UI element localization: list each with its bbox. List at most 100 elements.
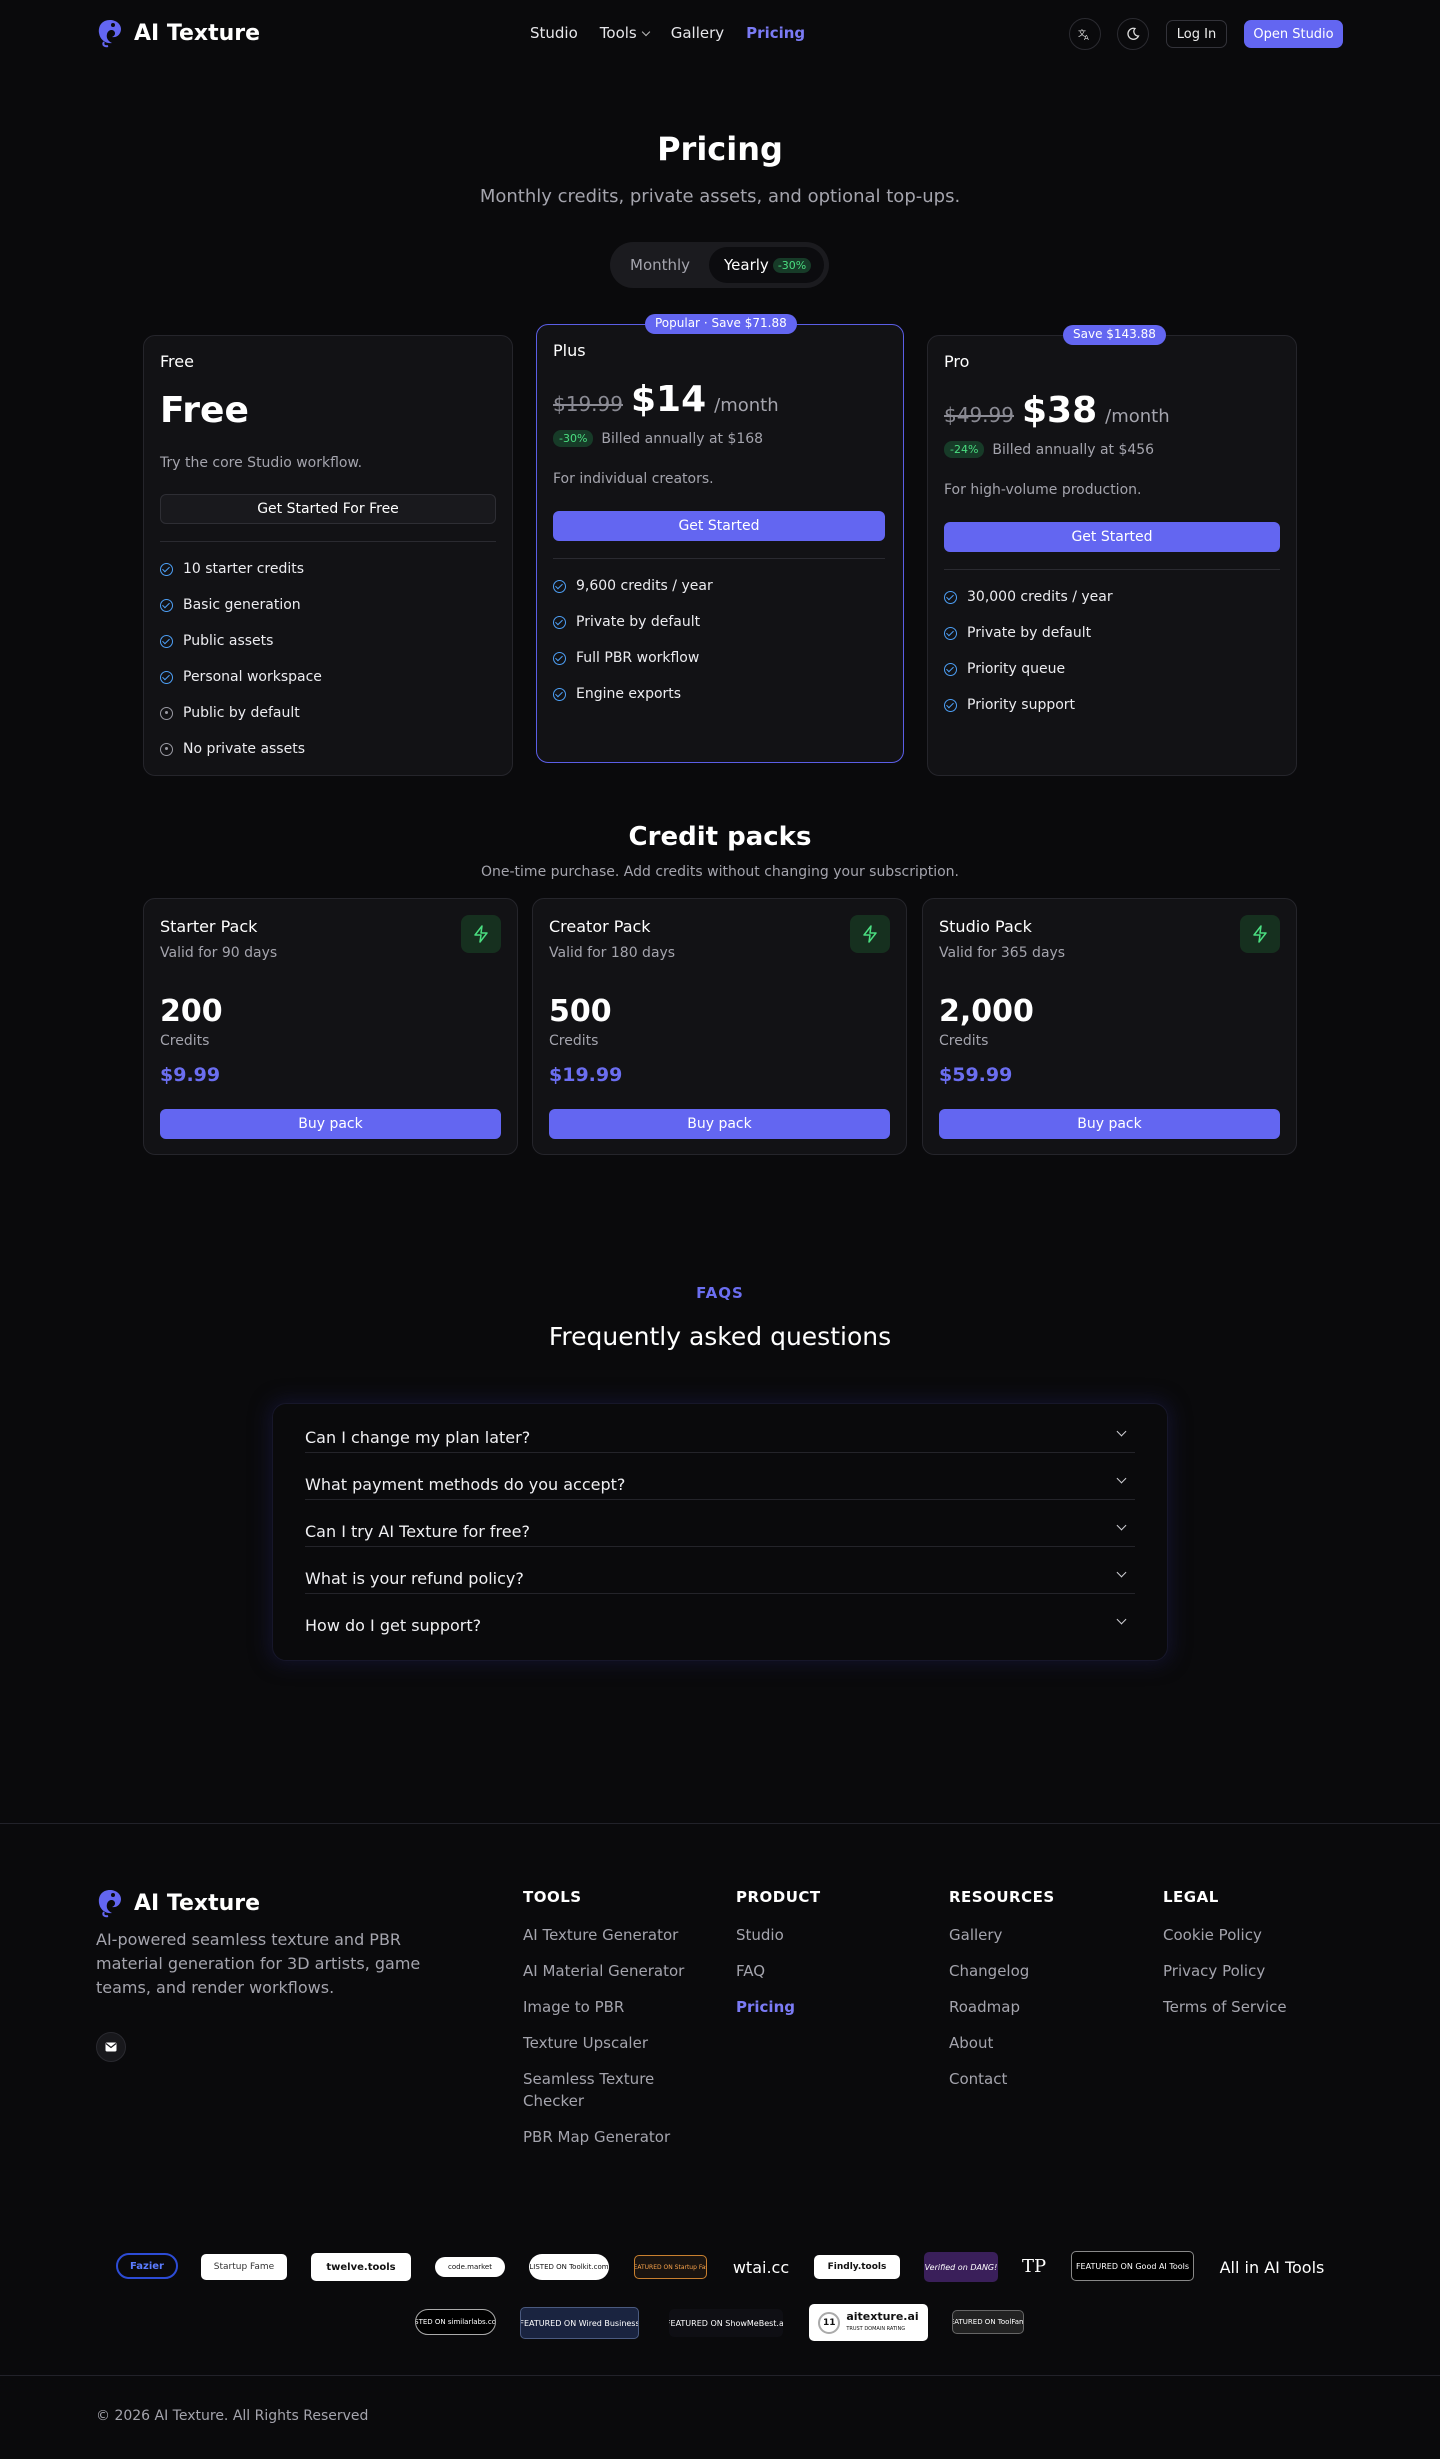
badge-twelve-tools[interactable]: twelve.tools xyxy=(311,2253,411,2281)
feature-item: Full PBR workflow xyxy=(553,640,713,676)
badge-dang[interactable]: Verified on DANG! xyxy=(924,2252,998,2282)
feature-item: No private assets xyxy=(160,731,322,767)
feature-text: Private by default xyxy=(967,625,1092,641)
plan-description: For individual creators. xyxy=(553,471,714,487)
get-started-free-button[interactable]: Get Started For Free xyxy=(160,494,496,524)
feature-text: Personal workspace xyxy=(183,669,322,685)
check-circle-icon xyxy=(944,590,957,604)
divider xyxy=(553,558,885,559)
badge-wtai[interactable]: wtai.cc xyxy=(731,2256,791,2278)
badge-tp[interactable]: TP xyxy=(1020,2252,1048,2280)
brand-name: AI Texture xyxy=(134,20,261,46)
badge-toolfame[interactable]: FEATURED ON ToolFame xyxy=(952,2310,1024,2334)
copyright-text: © 2026 AI Texture. All Rights Reserved xyxy=(96,2408,369,2424)
footer-link[interactable]: PBR Map Generator xyxy=(523,2126,723,2148)
footer-link[interactable]: About xyxy=(949,2032,1129,2054)
lightning-icon xyxy=(461,915,501,953)
footer-brand[interactable]: AI Texture xyxy=(96,1888,260,1918)
badge-startup-fame[interactable]: Startup Fame xyxy=(201,2254,287,2280)
get-started-pro-button[interactable]: Get Started xyxy=(944,522,1280,552)
footer-link[interactable]: Cookie Policy xyxy=(1163,1924,1343,1946)
feature-text: 10 starter credits xyxy=(183,561,305,577)
faq-item[interactable]: Can I try AI Texture for free? xyxy=(305,1500,1135,1547)
login-button[interactable]: Log In xyxy=(1166,20,1227,48)
nav-tools[interactable]: Tools xyxy=(600,24,650,42)
plan-description: For high-volume production. xyxy=(944,482,1142,498)
footer-link[interactable]: Roadmap xyxy=(949,1996,1129,2018)
billed-text: Billed annually at $168 xyxy=(601,430,764,447)
badge-wired-business[interactable]: FEATURED ON Wired Business xyxy=(520,2307,639,2339)
chevron-down-icon xyxy=(1116,1614,1127,1625)
footer-link[interactable]: AI Material Generator xyxy=(523,1960,723,1982)
brand-logo[interactable]: AI Texture xyxy=(96,18,260,48)
pack-price: $19.99 xyxy=(549,1064,623,1086)
feature-list: 30,000 credits / year Private by default… xyxy=(944,579,1113,723)
faq-item[interactable]: What payment methods do you accept? xyxy=(305,1453,1135,1500)
badge-fazier[interactable]: Fazier xyxy=(116,2253,178,2279)
price-row: $19.99 $14 /month xyxy=(553,379,779,420)
toggle-yearly[interactable]: Yearly -30% xyxy=(709,247,824,283)
feature-text: Full PBR workflow xyxy=(576,650,700,666)
billed-text: Billed annually at $456 xyxy=(992,441,1155,458)
faq-question: What payment methods do you accept? xyxy=(305,1475,626,1494)
faq-item[interactable]: What is your refund policy? xyxy=(305,1547,1135,1594)
badge-code-market[interactable]: code.market xyxy=(435,2257,505,2277)
footer-link[interactable]: FAQ xyxy=(736,1960,916,1982)
check-circle-icon xyxy=(944,698,957,712)
badge-toolkit[interactable]: LISTED ON Toolkit.com xyxy=(529,2254,609,2280)
footer-link[interactable]: Contact xyxy=(949,2068,1129,2090)
check-circle-icon xyxy=(553,687,566,701)
footer-link[interactable]: Image to PBR xyxy=(523,1996,723,2018)
badge-similarlabs[interactable]: LISTED ON similarlabs.com xyxy=(415,2309,496,2335)
badge-good-ai-tools[interactable]: FEATURED ON Good AI Tools xyxy=(1071,2251,1194,2281)
mail-button[interactable] xyxy=(96,2032,126,2062)
svg-text:A: A xyxy=(1084,34,1089,41)
chameleon-logo-icon xyxy=(98,1890,121,1918)
feature-text: Priority queue xyxy=(967,661,1066,677)
theme-toggle-button[interactable] xyxy=(1117,18,1149,50)
footer-col-legal: LEGAL Cookie Policy Privacy Policy Terms… xyxy=(1163,1888,1343,2032)
toggle-yearly-label: Yearly xyxy=(724,256,769,274)
get-started-plus-button[interactable]: Get Started xyxy=(553,511,885,541)
footer-link[interactable]: Changelog xyxy=(949,1960,1129,1982)
badge-startup-fast[interactable]: FEATURED ON Startup Fast xyxy=(634,2255,707,2279)
chevron-down-icon xyxy=(1116,1567,1127,1578)
mail-icon xyxy=(105,2042,117,2052)
footer-link[interactable]: Pricing xyxy=(736,1996,916,2018)
feature-text: Public assets xyxy=(183,633,274,649)
translate-icon: 文A xyxy=(1078,28,1089,41)
footer-col-title: PRODUCT xyxy=(736,1888,821,1906)
faq-item[interactable]: Can I change my plan later? xyxy=(305,1406,1135,1453)
toggle-monthly[interactable]: Monthly xyxy=(630,256,690,274)
nav-studio[interactable]: Studio xyxy=(530,24,578,42)
footer-link[interactable]: AI Texture Generator xyxy=(523,1924,723,1946)
badge-findly[interactable]: Findly.tools xyxy=(814,2255,900,2279)
footer-description: AI-powered seamless texture and PBR mate… xyxy=(96,1930,421,1997)
buy-pack-button[interactable]: Buy pack xyxy=(160,1109,501,1139)
nav-pricing[interactable]: Pricing xyxy=(746,24,805,42)
footer-link[interactable]: Terms of Service xyxy=(1163,1996,1343,2018)
footer-link[interactable]: Privacy Policy xyxy=(1163,1960,1343,1982)
footer-link[interactable]: Seamless Texture Checker xyxy=(523,2068,673,2112)
badge-all-in-ai-tools[interactable]: All in AI Tools xyxy=(1216,2256,1328,2278)
buy-pack-button[interactable]: Buy pack xyxy=(549,1109,890,1139)
nav-gallery[interactable]: Gallery xyxy=(671,24,724,42)
price-period: /month xyxy=(1105,406,1170,427)
chameleon-logo-icon xyxy=(98,20,121,48)
badge-showmebest[interactable]: FEATURED ON ShowMeBest.ai xyxy=(669,2309,783,2337)
language-button[interactable]: 文A xyxy=(1069,18,1101,50)
footer-link[interactable]: Studio xyxy=(736,1924,916,1946)
check-circle-icon xyxy=(944,626,957,640)
footer-link[interactable]: Texture Upscaler xyxy=(523,2032,723,2054)
pack-validity: Valid for 90 days xyxy=(160,945,278,961)
rating-score: 11 xyxy=(818,2311,841,2334)
pack-price: $59.99 xyxy=(939,1064,1013,1086)
feature-text: No private assets xyxy=(183,741,306,757)
open-studio-button[interactable]: Open Studio xyxy=(1244,20,1343,48)
footer-col-product: PRODUCT Studio FAQ Pricing xyxy=(736,1888,916,2032)
buy-pack-button[interactable]: Buy pack xyxy=(939,1109,1280,1139)
badge-aitexture-rating[interactable]: 11 aitexture.ai TRUST DOMAIN RATING xyxy=(809,2304,928,2341)
faq-item[interactable]: How do I get support? xyxy=(305,1594,1135,1641)
footer-link[interactable]: Gallery xyxy=(949,1924,1129,1946)
feature-item: Personal workspace xyxy=(160,659,322,695)
